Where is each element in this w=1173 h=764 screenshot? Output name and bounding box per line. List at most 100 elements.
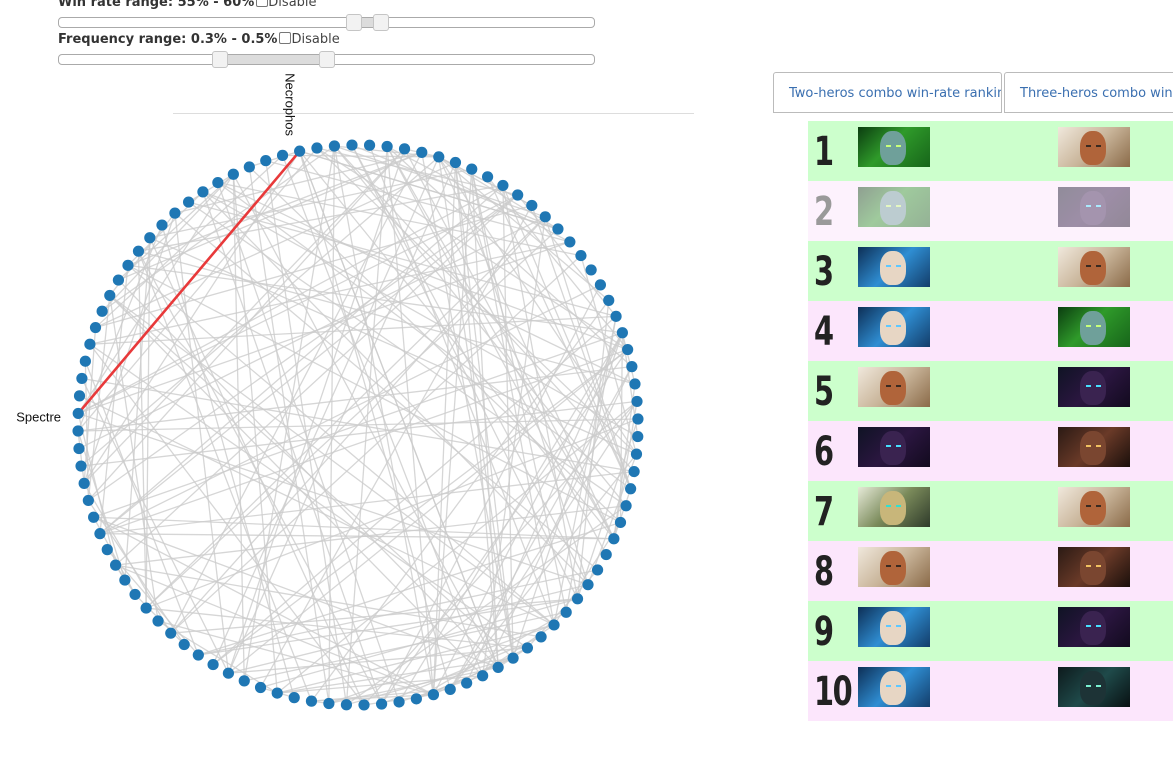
hero-node[interactable] (461, 677, 473, 689)
tab-three-heros-ranking[interactable]: Three-heros combo win-rate ranking (1004, 72, 1173, 113)
hero-node[interactable] (630, 448, 643, 460)
hero-node[interactable] (323, 697, 335, 710)
spectre-portrait[interactable] (1058, 607, 1130, 647)
hero-node[interactable] (497, 179, 509, 192)
hero-combo-network-graph[interactable]: Spectre Necrophos (0, 60, 700, 764)
hero-node[interactable] (129, 588, 141, 601)
hero-node[interactable] (629, 378, 641, 390)
hero-node[interactable] (393, 696, 405, 708)
ranking-row[interactable]: 4 (808, 301, 1173, 361)
hero-node[interactable] (626, 361, 638, 373)
hero-node[interactable] (552, 223, 564, 235)
hero-node[interactable] (507, 652, 519, 664)
hero-node[interactable] (582, 579, 594, 591)
hero-node[interactable] (276, 149, 289, 161)
skywrath-portrait[interactable] (858, 487, 930, 527)
spectre-portrait[interactable] (1058, 367, 1130, 407)
hero-node[interactable] (311, 142, 323, 154)
spectre-portrait[interactable] (1058, 187, 1130, 227)
hero-node[interactable] (625, 483, 637, 495)
omniknight-portrait[interactable] (858, 547, 930, 587)
zeus-portrait[interactable] (858, 607, 930, 647)
hero-node[interactable] (260, 155, 272, 167)
hero-node[interactable] (207, 658, 219, 671)
hero-node[interactable] (521, 642, 534, 654)
hero-node[interactable] (628, 465, 640, 478)
hero-node[interactable] (614, 516, 627, 529)
hero-node[interactable] (152, 615, 164, 627)
ranking-row[interactable]: 1 (808, 121, 1173, 181)
necrophos-portrait[interactable] (1058, 307, 1130, 347)
hero-node[interactable] (122, 259, 134, 271)
hero-node[interactable] (526, 199, 538, 212)
omniknight-portrait[interactable] (858, 367, 930, 407)
hero-node[interactable] (73, 390, 86, 402)
hero-node[interactable] (375, 698, 388, 710)
hero-node[interactable] (119, 574, 131, 586)
hero-node[interactable] (101, 544, 113, 556)
ranking-row[interactable]: 8 (808, 541, 1173, 601)
hero-node[interactable] (212, 176, 224, 189)
win-rate-slider-low-handle[interactable] (346, 14, 362, 31)
hero-node[interactable] (622, 343, 634, 356)
hero-node[interactable] (82, 494, 94, 507)
hero-node[interactable] (481, 171, 494, 183)
hero-node[interactable] (346, 139, 358, 151)
hero-node[interactable] (427, 689, 440, 701)
hero-node[interactable] (165, 627, 177, 639)
hero-node[interactable] (358, 699, 370, 711)
hero-node[interactable] (416, 146, 428, 158)
hero-node[interactable] (238, 675, 250, 687)
hero-node[interactable] (182, 196, 195, 208)
hero-node[interactable] (96, 305, 108, 317)
hero-node[interactable] (294, 145, 306, 157)
ranking-row[interactable]: 5 (808, 361, 1173, 421)
hero-node[interactable] (585, 264, 597, 276)
omniknight-portrait[interactable] (1058, 487, 1130, 527)
zeus-portrait[interactable] (858, 667, 930, 707)
hero-node[interactable] (132, 245, 145, 257)
hero-node[interactable] (512, 189, 524, 201)
hero-node[interactable] (140, 602, 152, 614)
ranking-row[interactable]: 3 (808, 241, 1173, 301)
hero-node[interactable] (575, 249, 587, 262)
necrophos-portrait[interactable] (858, 187, 930, 227)
tab-two-heros-ranking[interactable]: Two-heros combo win-rate ranking (773, 72, 1002, 113)
hero-node[interactable] (79, 355, 91, 367)
zeus-portrait[interactable] (858, 307, 930, 347)
hero-node[interactable] (603, 294, 615, 306)
hero-node[interactable] (89, 321, 102, 334)
hero-node[interactable] (227, 168, 239, 180)
hero-node[interactable] (305, 695, 318, 707)
hero-node[interactable] (433, 151, 445, 163)
hero-node[interactable] (288, 692, 300, 704)
hero-node[interactable] (328, 140, 341, 152)
hero-node[interactable] (197, 186, 209, 198)
hero-node[interactable] (363, 139, 376, 151)
hero-node[interactable] (449, 156, 462, 169)
win-rate-slider[interactable] (58, 14, 595, 31)
hero-node[interactable] (104, 289, 116, 302)
hero-node[interactable] (254, 681, 267, 694)
hero-node[interactable] (548, 619, 560, 631)
hero-node[interactable] (610, 310, 622, 322)
zeus-portrait[interactable] (858, 247, 930, 287)
hero-node[interactable] (243, 161, 255, 173)
frequency-disable-checkbox[interactable] (279, 32, 292, 44)
hero-node[interactable] (608, 533, 620, 545)
hero-node[interactable] (600, 548, 612, 561)
hero-node[interactable] (340, 699, 353, 711)
hero-node[interactable] (78, 477, 90, 489)
hero-node[interactable] (410, 693, 422, 705)
ranking-row[interactable]: 9 (808, 601, 1173, 661)
ursa-portrait[interactable] (1058, 547, 1130, 587)
hero-node[interactable] (535, 631, 547, 643)
hero-node[interactable] (632, 430, 644, 443)
hero-node[interactable] (112, 274, 125, 286)
hero-node[interactable] (539, 211, 551, 223)
hero-node[interactable] (594, 279, 607, 291)
hero-node[interactable] (466, 163, 478, 175)
hero-node[interactable] (88, 511, 100, 523)
hero-node[interactable] (560, 606, 572, 618)
hero-node[interactable] (591, 564, 604, 576)
